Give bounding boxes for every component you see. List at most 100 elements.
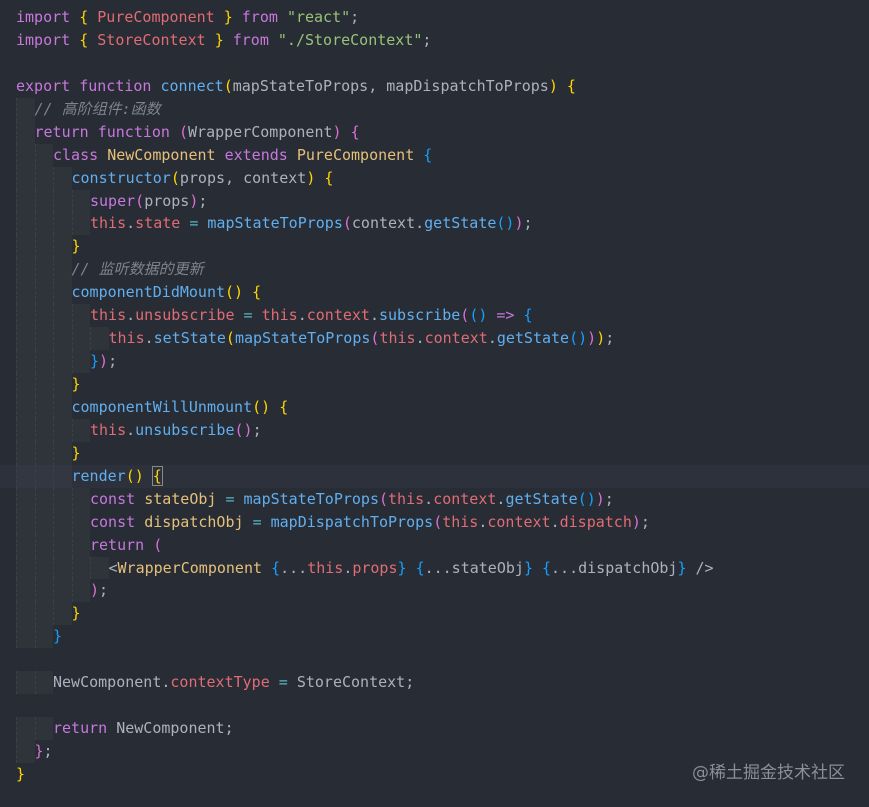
code-token: . <box>487 329 497 348</box>
code-line[interactable]: return ( <box>16 533 714 557</box>
indent-guide <box>53 533 72 557</box>
code-line[interactable]: } <box>16 441 714 465</box>
code-line[interactable]: class NewComponent extends PureComponent… <box>16 143 714 167</box>
code-token: stateObj <box>144 489 217 508</box>
code-token: class <box>53 145 99 164</box>
code-token: NewComponent; <box>107 719 234 738</box>
code-token: ; <box>99 581 109 600</box>
code-line[interactable]: } <box>16 763 714 786</box>
indent-guide <box>16 602 35 626</box>
code-token: return <box>90 535 145 554</box>
code-line[interactable] <box>16 694 714 717</box>
code-token: dispatchObj <box>144 512 244 531</box>
code-line[interactable]: // 高阶组件:函数 <box>16 97 714 121</box>
code-line[interactable]: import { PureComponent } from "react"; <box>16 6 714 29</box>
code-token: } <box>90 352 100 371</box>
code-line[interactable]: NewComponent.contextType = StoreContext; <box>16 671 714 695</box>
indent-guide <box>34 189 53 213</box>
code-line[interactable]: } <box>16 602 714 626</box>
code-line[interactable]: constructor(props, context) { <box>16 166 714 190</box>
code-line[interactable]: <WrapperComponent {...this.props} {...st… <box>16 556 714 580</box>
indent-guide <box>16 235 35 259</box>
code-token: unsubscribe <box>135 420 235 439</box>
code-token: } <box>71 375 81 393</box>
indent-guide <box>16 671 35 695</box>
code-line[interactable]: } <box>16 373 714 396</box>
code-line[interactable]: const dispatchObj = mapDispatchToProps(t… <box>16 510 714 534</box>
indent-guide <box>16 395 35 419</box>
indent-guide <box>16 441 35 465</box>
code-token: mapStateToProps <box>207 214 343 233</box>
indent-guide <box>34 533 53 557</box>
code-token: ) <box>514 214 524 233</box>
indent-guide <box>16 350 35 373</box>
indent-guide <box>53 327 72 351</box>
code-line[interactable]: }; <box>16 740 714 763</box>
code-token: () <box>469 306 488 325</box>
code-line[interactable]: }); <box>16 350 714 373</box>
indent-guide <box>71 533 90 557</box>
indent-guide <box>16 212 35 236</box>
code-line[interactable]: } <box>16 625 714 649</box>
code-line[interactable] <box>16 648 714 671</box>
code-line[interactable]: this.unsubscribe = this.context.subscrib… <box>16 304 714 328</box>
indent-guide <box>34 395 53 419</box>
code-line[interactable]: render() { <box>0 464 869 488</box>
code-line[interactable] <box>16 52 714 75</box>
indent-guide <box>53 189 72 213</box>
indent-guide <box>34 671 53 695</box>
code-line[interactable]: // 监听数据的更新 <box>16 258 714 282</box>
code-editor[interactable]: import { PureComponent } from "react"; im… <box>0 0 869 807</box>
code-line[interactable]: import { StoreContext } from "./StoreCon… <box>16 29 714 52</box>
code-line[interactable]: return NewComponent; <box>16 717 714 740</box>
code-line[interactable]: this.unsubscribe(); <box>16 418 714 442</box>
indent-guide <box>16 740 35 763</box>
indent-guide <box>34 212 53 236</box>
code-token: WrapperComponent <box>188 122 333 141</box>
watermark: @稀土掘金技术社区 <box>692 763 845 783</box>
indent-guide <box>53 212 72 236</box>
code-token: NewComponent. <box>53 673 171 692</box>
code-line[interactable]: componentWillUnmount() { <box>16 395 714 419</box>
code-line[interactable]: componentDidMount() { <box>16 281 714 305</box>
indent-guide <box>34 418 53 442</box>
code-token: } <box>71 237 81 256</box>
indent-guide <box>16 327 35 351</box>
code-token: ( <box>179 122 189 141</box>
code-line[interactable]: this.state = mapStateToProps(context.get… <box>16 212 714 236</box>
code-token: super <box>90 191 136 210</box>
code-line[interactable]: export function connect(mapStateToProps,… <box>16 75 714 98</box>
indent-guide <box>34 304 53 328</box>
code-line[interactable]: return function (WrapperComponent) { <box>16 120 714 144</box>
code-area[interactable]: import { PureComponent } from "react"; im… <box>0 6 869 786</box>
code-line[interactable]: super(props); <box>16 189 714 213</box>
indent-guide <box>16 166 35 190</box>
code-token: ( <box>460 306 470 325</box>
code-token: ( <box>170 168 180 187</box>
indent-guide <box>16 510 35 534</box>
code-line[interactable]: const stateObj = mapStateToProps(this.co… <box>16 487 714 511</box>
code-token: import <box>16 8 71 26</box>
code-line[interactable]: } <box>16 235 714 259</box>
indent-guide <box>53 304 72 328</box>
code-line[interactable]: this.setState(mapStateToProps(this.conte… <box>16 327 714 351</box>
indent-guide <box>53 464 72 488</box>
code-line[interactable]: ); <box>16 579 714 603</box>
indent-guide <box>34 235 53 259</box>
code-token: { <box>271 558 281 577</box>
code-token: extends <box>224 145 288 164</box>
indent-guide <box>34 510 53 534</box>
